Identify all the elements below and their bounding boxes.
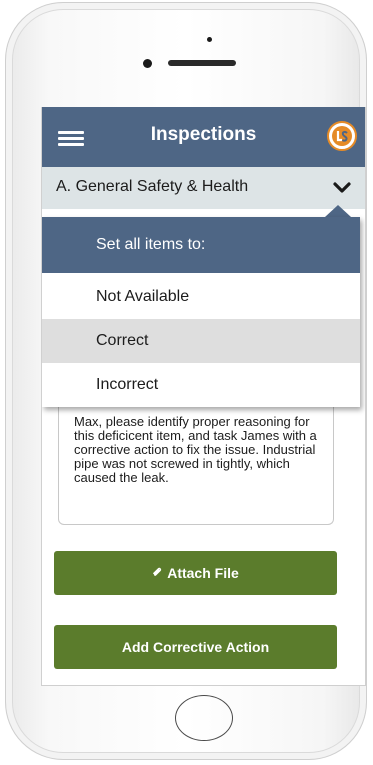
section-label: A. General Safety & Health [56, 178, 249, 195]
app-header: Inspections [42, 107, 365, 167]
option-not-available[interactable]: Not Available [42, 275, 360, 319]
inspection-note[interactable]: Max, please identify proper reasoning fo… [58, 401, 334, 525]
page-title: Inspections [150, 124, 257, 145]
dropdown-heading: Set all items to: [42, 217, 360, 273]
attach-file-label: Attach File [167, 565, 239, 581]
app-logo-icon[interactable] [327, 121, 357, 151]
attach-file-button[interactable]: Attach File [54, 551, 337, 595]
paperclip-icon [153, 567, 162, 576]
dropdown-caret [325, 205, 351, 217]
proximity-sensor [143, 59, 152, 68]
front-camera [207, 37, 212, 42]
section-selector[interactable]: A. General Safety & Health [42, 167, 365, 209]
add-corrective-action-label: Add Corrective Action [121, 639, 270, 655]
app-screen: Inspections A. General Safety & Health M… [41, 107, 366, 686]
set-all-dropdown: Set all items to: Not Available Correct … [42, 217, 360, 407]
chevron-down-icon[interactable] [331, 177, 353, 199]
dropdown-heading-label: Set all items to: [96, 236, 206, 253]
add-corrective-action-button[interactable]: Add Corrective Action [54, 625, 337, 669]
option-incorrect[interactable]: Incorrect [42, 363, 360, 407]
option-correct[interactable]: Correct [42, 319, 360, 363]
phone-frame: Inspections A. General Safety & Health M… [5, 2, 367, 760]
home-button[interactable] [175, 695, 233, 741]
earpiece-speaker [168, 60, 236, 66]
